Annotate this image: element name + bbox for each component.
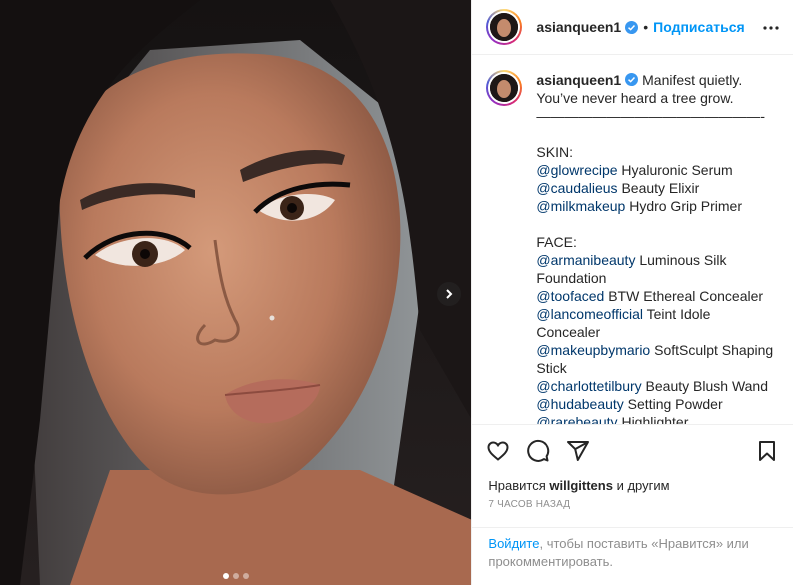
caption-text: asianqueen1 Manifest quietly. You’ve neve… bbox=[536, 71, 776, 424]
paper-plane-icon[interactable] bbox=[566, 439, 590, 463]
avatar[interactable] bbox=[486, 9, 523, 45]
mention-link[interactable]: @armanibeauty bbox=[536, 252, 635, 268]
heart-outline-icon[interactable] bbox=[486, 439, 510, 463]
caption-line: Setting Powder bbox=[623, 396, 723, 412]
avatar-image bbox=[490, 13, 519, 41]
caption-line: Beauty Blush Wand bbox=[641, 378, 768, 394]
carousel-indicator bbox=[0, 573, 471, 579]
caption-area: asianqueen1 Manifest quietly. You’ve neve… bbox=[472, 55, 793, 424]
action-bar bbox=[472, 424, 793, 477]
mention-link[interactable]: @caudalieus bbox=[536, 180, 617, 196]
caption-line: ————————————————- bbox=[536, 108, 766, 124]
follow-button[interactable]: Подписаться bbox=[653, 19, 745, 35]
post-timestamp: 7 ЧАСОВ НАЗАД bbox=[488, 499, 571, 510]
carousel-dot bbox=[233, 573, 239, 579]
mention-link[interactable]: @rarebeauty bbox=[536, 414, 617, 424]
more-horizontal-icon[interactable] bbox=[759, 16, 783, 40]
avatar-image bbox=[490, 74, 519, 102]
login-prompt: Войдите, чтобы поставить «Нравится» или … bbox=[472, 527, 793, 585]
post-photo bbox=[0, 0, 472, 585]
caption-line: Teint Idole bbox=[642, 306, 711, 322]
carousel-dot bbox=[223, 573, 229, 579]
caption-line: SoftSculpt Shaping bbox=[650, 342, 774, 358]
mention-link[interactable]: @makeupbymario bbox=[536, 342, 650, 358]
caption-line: Beauty Elixir bbox=[617, 180, 700, 196]
mention-link[interactable]: @lancomeofficial bbox=[536, 306, 643, 322]
caption-line: Highlighter bbox=[617, 414, 689, 424]
likes-suffix: и другим bbox=[612, 478, 670, 493]
post-side-panel: asianqueen1 • Подписаться asianqueen1 Ma… bbox=[471, 0, 793, 585]
caption-line bbox=[536, 126, 540, 142]
caption-line: FACE: bbox=[536, 234, 577, 250]
author-username[interactable]: asianqueen1 bbox=[536, 19, 621, 35]
caption-username[interactable]: asianqueen1 bbox=[536, 72, 621, 88]
mention-link[interactable]: @glowrecipe bbox=[536, 162, 617, 178]
likes-prefix: Нравится bbox=[488, 478, 550, 493]
verified-badge-icon bbox=[625, 73, 639, 86]
mention-link[interactable]: @toofaced bbox=[536, 288, 604, 304]
caption-line: Hydro Grip Primer bbox=[625, 198, 742, 214]
chevron-right-icon bbox=[446, 289, 453, 299]
caption-line: Manifest quietly. bbox=[642, 72, 743, 88]
caption-line: Hyaluronic Serum bbox=[617, 162, 733, 178]
login-link[interactable]: Войдите bbox=[488, 536, 539, 551]
carousel-dot bbox=[243, 573, 249, 579]
caption-line: Luminous Silk bbox=[635, 252, 727, 268]
post-header: asianqueen1 • Подписаться bbox=[472, 0, 793, 55]
mention-link[interactable]: @charlottetilbury bbox=[536, 378, 641, 394]
instagram-post: asianqueen1 • Подписаться asianqueen1 Ma… bbox=[0, 0, 793, 585]
mention-link[interactable]: @hudabeauty bbox=[536, 396, 623, 412]
caption-line bbox=[536, 216, 540, 232]
caption-avatar[interactable] bbox=[486, 70, 523, 106]
mention-link[interactable]: @milkmakeup bbox=[536, 198, 625, 214]
caption-line: Stick bbox=[536, 360, 567, 376]
caption-line: SKIN: bbox=[536, 144, 573, 160]
portrait-image bbox=[0, 0, 472, 585]
caption-line: You’ve never heard a tree grow. bbox=[536, 90, 734, 106]
likes-user-link[interactable]: willgittens bbox=[549, 478, 613, 493]
next-image-button[interactable] bbox=[437, 282, 461, 306]
header-separator: • bbox=[643, 19, 649, 35]
caption-line: BTW Ethereal Concealer bbox=[604, 288, 764, 304]
comment-bubble-icon[interactable] bbox=[526, 439, 550, 463]
bookmark-outline-icon[interactable] bbox=[755, 439, 779, 463]
caption-line: Concealer bbox=[536, 324, 601, 340]
verified-badge-icon bbox=[625, 20, 639, 34]
likes-summary: Нравится willgittens и другим bbox=[472, 477, 793, 495]
caption-line: Foundation bbox=[536, 270, 607, 286]
